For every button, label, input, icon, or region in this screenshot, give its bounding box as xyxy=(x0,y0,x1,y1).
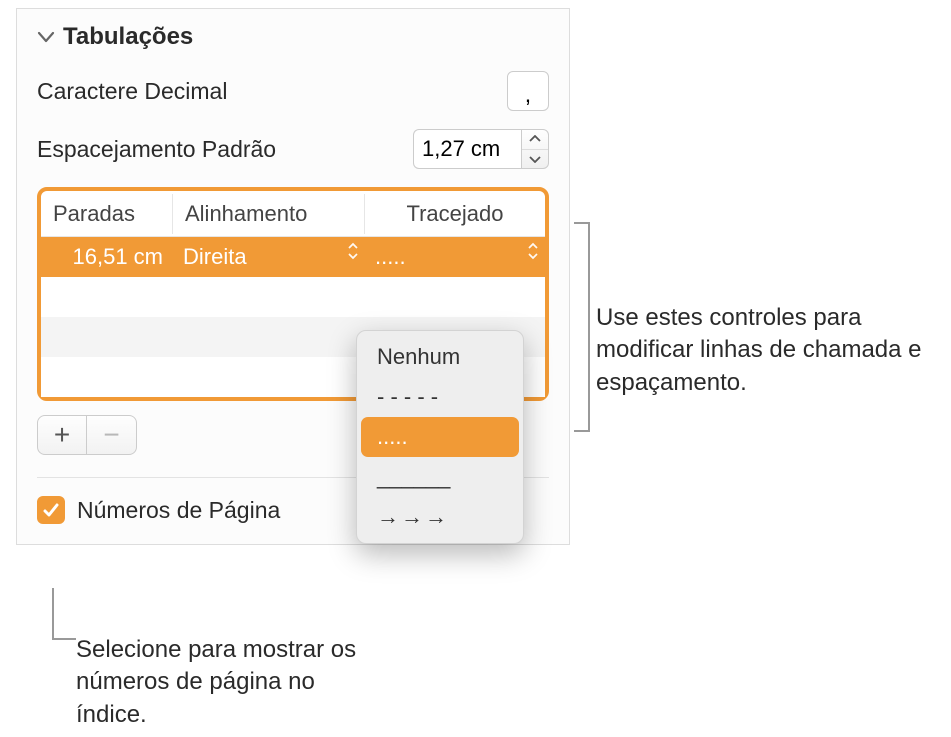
stepper-up-button[interactable] xyxy=(522,130,548,150)
default-spacing-control xyxy=(413,129,549,169)
cell-leader-select[interactable]: ..... xyxy=(365,237,545,277)
decimal-character-row: Caractere Decimal xyxy=(37,71,549,111)
leader-option-arrows[interactable]: →→→ xyxy=(361,497,519,537)
stepper-down-button[interactable] xyxy=(522,150,548,169)
leader-option-dashes[interactable]: - - - - - xyxy=(361,377,519,417)
header-stops[interactable]: Paradas xyxy=(41,194,173,234)
default-spacing-row: Espacejamento Padrão xyxy=(37,129,549,169)
leader-dropdown-menu: Nenhum - - - - - ..... ______ →→→ xyxy=(356,330,524,544)
add-tab-button[interactable]: + xyxy=(37,415,87,455)
cell-leader-value: ..... xyxy=(375,244,406,270)
minus-icon: − xyxy=(103,419,119,451)
table-row[interactable] xyxy=(41,277,545,317)
leader-option-solid[interactable]: ______ xyxy=(361,457,519,497)
updown-chevron-icon xyxy=(527,241,539,261)
table-row[interactable]: 16,51 cm Direita ..... xyxy=(41,237,545,277)
page-numbers-label: Números de Página xyxy=(77,497,280,524)
callout-bracket xyxy=(574,222,592,432)
header-leader[interactable]: Tracejado xyxy=(365,194,545,234)
checkmark-icon xyxy=(41,500,61,520)
chevron-up-icon xyxy=(529,135,541,143)
default-spacing-input[interactable] xyxy=(413,129,521,169)
cell-alignment-select[interactable]: Direita xyxy=(173,237,365,277)
chevron-down-icon xyxy=(529,155,541,163)
plus-icon: + xyxy=(54,419,70,451)
callout-table-controls: Use estes controles para modificar linha… xyxy=(596,302,936,399)
callout-page-numbers: Selecione para mostrar os números de pág… xyxy=(76,634,376,731)
header-alignment[interactable]: Alinhamento xyxy=(173,194,365,234)
leader-option-none[interactable]: Nenhum xyxy=(361,337,519,377)
chevron-down-icon xyxy=(37,30,55,44)
leader-option-dots[interactable]: ..... xyxy=(361,417,519,457)
table-header: Paradas Alinhamento Tracejado xyxy=(41,191,545,237)
decimal-character-input[interactable] xyxy=(507,71,549,111)
callout-leader-line xyxy=(52,588,54,638)
section-title: Tabulações xyxy=(63,23,193,51)
decimal-character-label: Caractere Decimal xyxy=(37,78,227,105)
page-numbers-checkbox[interactable] xyxy=(37,496,65,524)
cell-alignment-value: Direita xyxy=(183,244,247,270)
default-spacing-stepper xyxy=(521,129,549,169)
cell-stop[interactable]: 16,51 cm xyxy=(41,237,173,277)
section-header[interactable]: Tabulações xyxy=(37,23,549,51)
default-spacing-label: Espacejamento Padrão xyxy=(37,136,276,163)
remove-tab-button[interactable]: − xyxy=(87,415,137,455)
updown-chevron-icon xyxy=(347,241,359,261)
